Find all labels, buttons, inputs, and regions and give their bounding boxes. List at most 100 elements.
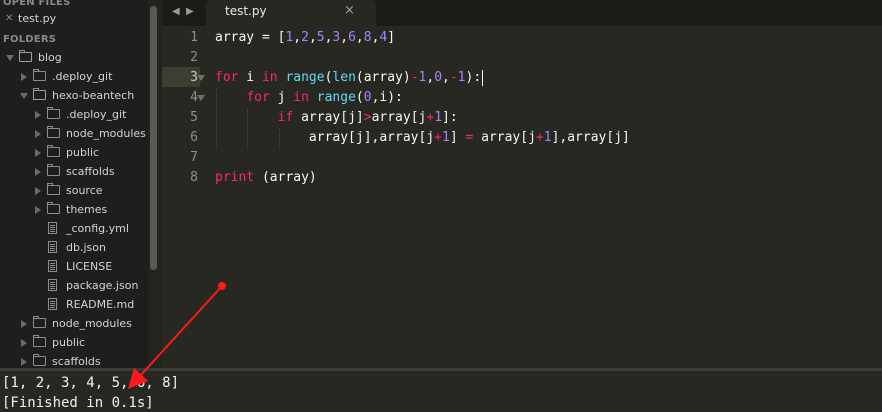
file-icon xyxy=(48,241,57,253)
code-token: ): xyxy=(465,70,482,85)
folder-icon xyxy=(47,183,60,195)
code-line: for i in range(len(array)-1,0,-1): xyxy=(215,68,481,88)
chevron-right-icon[interactable] xyxy=(21,339,27,347)
indent-guide xyxy=(216,88,217,148)
folder-icon xyxy=(33,316,46,328)
chevron-right-icon[interactable] xyxy=(21,320,27,328)
indent-guide xyxy=(247,108,249,148)
folder-item[interactable]: public xyxy=(0,143,148,162)
code-token: 6 xyxy=(348,30,356,45)
chevron-down-icon[interactable] xyxy=(6,55,14,61)
chevron-right-icon[interactable] xyxy=(35,149,41,157)
file-icon xyxy=(48,298,57,310)
code-token: ]: xyxy=(442,110,458,125)
fold-marker-icon[interactable] xyxy=(197,75,205,81)
tab-label: test.py xyxy=(225,4,267,18)
folder-item[interactable]: blog xyxy=(0,48,148,67)
sidebar-scrollbar-thumb[interactable] xyxy=(150,6,157,270)
tab-test-py[interactable]: test.py × xyxy=(206,0,376,26)
file-item[interactable]: LICENSE xyxy=(0,257,148,276)
folder-icon xyxy=(47,164,60,176)
code-token: + xyxy=(434,130,442,145)
code-token: , xyxy=(308,30,317,45)
chevron-right-icon[interactable] xyxy=(21,358,27,366)
close-file-icon[interactable]: ✕ xyxy=(5,9,13,28)
folder-item[interactable]: scaffolds xyxy=(0,352,148,368)
indent-guide xyxy=(278,128,280,148)
code-token: - xyxy=(449,70,458,85)
chevron-right-icon[interactable] xyxy=(35,206,41,214)
finished-status-line: [Finished in 0.1s] xyxy=(2,395,154,411)
code-token: 0 xyxy=(434,70,443,85)
file-item[interactable]: package.json xyxy=(0,276,148,295)
folder-item[interactable]: node_modules xyxy=(0,124,148,143)
file-item[interactable]: db.json xyxy=(0,238,148,257)
folder-item[interactable]: source xyxy=(0,181,148,200)
tab-bar: ◀ ▶ test.py × xyxy=(162,0,882,26)
folder-item[interactable]: hexo-beantech xyxy=(0,86,148,105)
folder-open-icon xyxy=(33,88,46,100)
line-number-gutter: 12345678 xyxy=(162,26,210,368)
folder-icon xyxy=(47,126,60,138)
code-token: len xyxy=(332,70,356,85)
file-item[interactable]: README.md xyxy=(0,295,148,314)
folder-item[interactable]: node_modules xyxy=(0,314,148,333)
tree-item-label: source xyxy=(66,184,103,197)
folder-icon xyxy=(33,335,46,347)
folder-item[interactable]: public xyxy=(0,333,148,352)
code-token: 0 xyxy=(363,90,372,105)
folders-header: FOLDERS xyxy=(3,34,57,45)
code-token: for xyxy=(246,90,270,105)
folder-icon xyxy=(47,107,60,119)
open-file-label: test.py xyxy=(18,12,57,25)
code-token: ] xyxy=(449,130,466,145)
code-token: 1 xyxy=(543,130,552,145)
code-token: ( xyxy=(355,90,364,105)
code-token: array[j] xyxy=(293,110,364,125)
tree-item-label: public xyxy=(66,146,100,159)
tree-item-label: hexo-beantech xyxy=(52,89,135,102)
chevron-right-icon[interactable] xyxy=(35,168,41,176)
folder-open-icon xyxy=(19,50,32,62)
line-number: 2 xyxy=(190,50,198,65)
tree-item-label: node_modules xyxy=(52,317,132,330)
tab-scroll-right-icon[interactable]: ▶ xyxy=(186,5,196,19)
chevron-down-icon[interactable] xyxy=(20,93,28,99)
open-file-item[interactable]: ✕ test.py xyxy=(0,9,148,28)
chevron-right-icon[interactable] xyxy=(35,111,41,119)
open-files-header: OPEN FILES xyxy=(3,0,71,8)
tree-item-label: package.json xyxy=(66,279,139,292)
code-line: print (array) xyxy=(215,168,317,188)
code-token: in xyxy=(293,90,309,105)
folder-item[interactable]: .deploy_git xyxy=(0,67,148,86)
code-token: + xyxy=(426,110,435,125)
fold-marker-icon[interactable] xyxy=(197,95,205,101)
chevron-right-icon[interactable] xyxy=(21,73,27,81)
line-number: 7 xyxy=(190,150,198,165)
chevron-right-icon[interactable] xyxy=(35,130,41,138)
file-item[interactable]: _config.yml xyxy=(0,219,148,238)
folder-item[interactable]: .deploy_git xyxy=(0,105,148,124)
folder-item[interactable]: themes xyxy=(0,200,148,219)
code-editor[interactable]: 12345678 array = [1,2,5,3,6,8,4] for i in… xyxy=(162,26,882,368)
chevron-right-icon[interactable] xyxy=(35,187,41,195)
code-token: array[j xyxy=(473,130,536,145)
code-token: range xyxy=(285,70,325,85)
code-token: (array) xyxy=(355,70,411,85)
folder-icon xyxy=(47,202,60,214)
tree-item-label: blog xyxy=(38,51,62,64)
sublime-text-window: OPEN FILES ✕ test.py FOLDERS blog .deploy… xyxy=(0,0,882,412)
tree-item-label: public xyxy=(52,336,86,349)
code-token: 8 xyxy=(363,30,372,45)
tab-close-icon[interactable]: × xyxy=(344,3,355,18)
code-token: ,i): xyxy=(371,90,403,105)
text-caret xyxy=(482,70,483,86)
folder-item[interactable]: scaffolds xyxy=(0,162,148,181)
code-token: , xyxy=(355,30,364,45)
code-line: if array[j]>array[j+1]: xyxy=(215,108,458,128)
output-line: [1, 2, 3, 4, 5, 6, 8] xyxy=(2,375,180,391)
tab-scroll-left-icon[interactable]: ◀ xyxy=(172,5,182,19)
tree-item-label: .deploy_git xyxy=(52,70,113,83)
